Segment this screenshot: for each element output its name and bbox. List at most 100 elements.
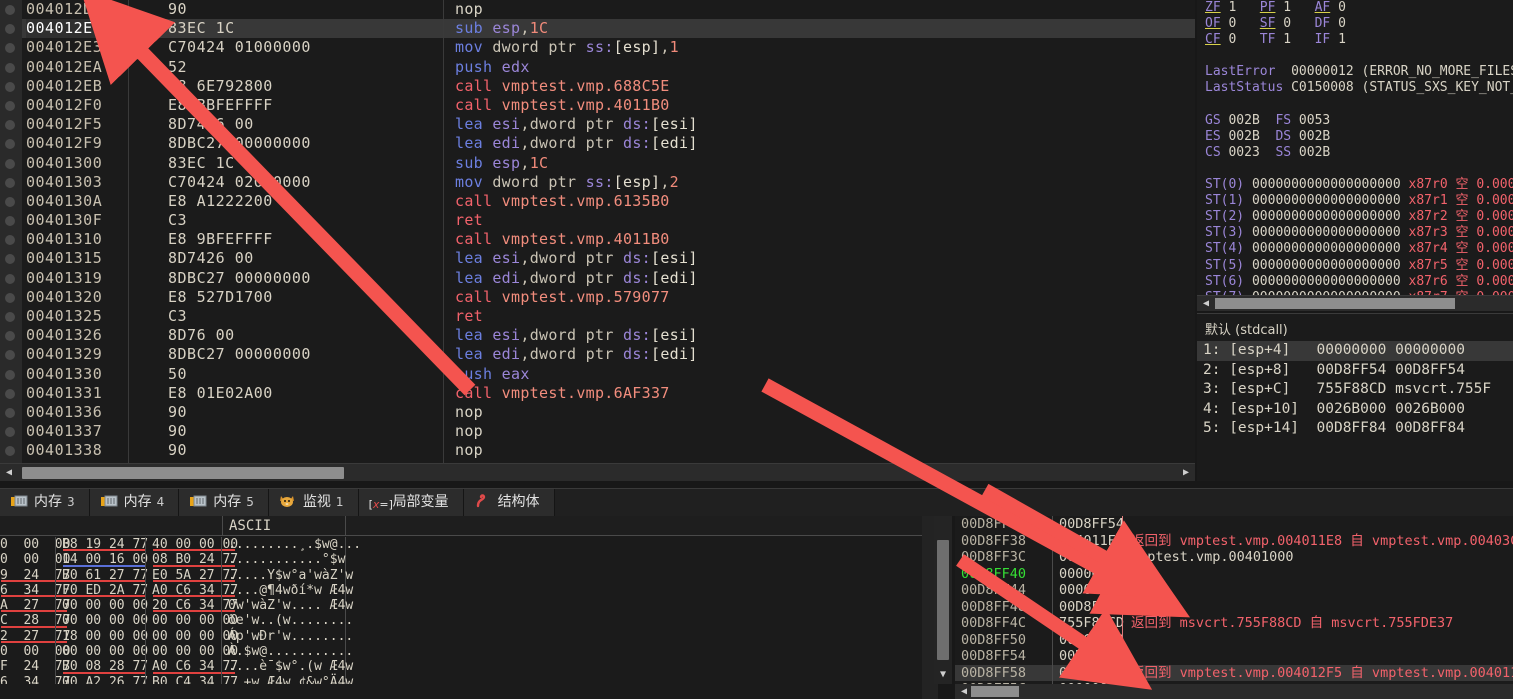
hex-byte-group[interactable]: 6 34 77 — [0, 583, 70, 598]
stack-row[interactable]: 00D8FF44 00000000 — [955, 582, 1513, 599]
breakpoint-dot-icon[interactable] — [5, 196, 15, 207]
flag-name[interactable]: IF — [1315, 32, 1331, 47]
breakpoint-dot-icon[interactable] — [5, 312, 15, 322]
argument-row[interactable]: 1: [esp+4] 00000000 00000000 — [1197, 341, 1513, 361]
breakpoint-gutter[interactable] — [0, 191, 22, 212]
scroll-left-icon[interactable]: ◀ — [1197, 296, 1215, 312]
breakpoint-gutter[interactable] — [0, 249, 22, 269]
segment-name[interactable]: ES — [1205, 129, 1221, 144]
stack-row[interactable]: 00D8FF48 00D8FF54 — [955, 598, 1513, 615]
segment-name[interactable]: DS — [1275, 129, 1291, 144]
breakpoint-gutter[interactable] — [0, 364, 22, 384]
breakpoint-dot-icon[interactable] — [5, 158, 15, 169]
ascii-text[interactable]: 0w'wàZ'w.... Æ4w — [228, 598, 353, 613]
scrollbar-thumb[interactable] — [937, 540, 949, 660]
dump-row[interactable]: 0 00 00 B8 19 24 77 40 00 00 00 .........¸.… — [0, 537, 938, 553]
dump-row[interactable]: F 24 77 B0 08 28 77 A0 C6 34 77 ....è¯$w°.(… — [0, 659, 938, 675]
segment-value[interactable]: 002B — [1291, 145, 1330, 160]
breakpoint-dot-icon[interactable] — [5, 100, 15, 111]
st-register-row[interactable]: ST(0) 0000000000000000000 x87r0 空 0.0000… — [1197, 177, 1513, 193]
disassembly-row[interactable]: 004012F0 E8 BBFEFFFF call vmptest.vmp.4011… — [0, 95, 1195, 116]
breakpoint-dot-icon[interactable] — [5, 446, 15, 457]
breakpoint-dot-icon[interactable] — [5, 177, 15, 188]
dump-column-header-ascii[interactable]: ASCII — [222, 516, 346, 536]
flag-name[interactable]: TF — [1260, 32, 1276, 47]
flag-name[interactable]: ZF — [1205, 0, 1221, 15]
hex-byte-group[interactable]: 0 00 00 — [0, 644, 70, 659]
breakpoint-gutter[interactable] — [0, 76, 22, 96]
disassembly-row[interactable]: 00401338 90 nop — [0, 441, 1195, 461]
tab-memory-2[interactable]: 内存 4 — [89, 489, 180, 516]
hex-byte-group[interactable]: 2 27 77 — [0, 629, 70, 644]
ascii-text[interactable]: ....@¶4wðí*w Æ4w — [228, 583, 353, 598]
hex-byte-group[interactable]: F0 ED 2A 77 — [62, 583, 148, 598]
st-register-row[interactable]: ST(6) 0000000000000000000 x87r6 空 0.0000… — [1197, 274, 1513, 290]
dump-row[interactable]: 0 00 00 00 00 00 00 00 00 00 00 À.$w@......… — [0, 644, 938, 660]
breakpoint-gutter[interactable] — [0, 287, 22, 307]
scroll-left-icon[interactable]: ◀ — [0, 464, 18, 481]
disassembly-row[interactable]: 00401310 E8 9BFEFFFF call vmptest.vmp.4011… — [0, 230, 1195, 250]
breakpoint-gutter[interactable] — [0, 326, 22, 346]
breakpoint-dot-icon[interactable] — [5, 139, 15, 150]
registers-hscrollbar[interactable]: ◀ — [1197, 295, 1513, 311]
breakpoint-dot-icon[interactable] — [5, 369, 15, 380]
breakpoint-dot-icon[interactable] — [5, 120, 15, 131]
flag-name[interactable]: CF — [1205, 32, 1221, 47]
hex-byte-group[interactable]: B0 08 28 77 — [62, 659, 148, 674]
stack-hscrollbar[interactable]: ◀ — [955, 684, 1513, 699]
breakpoint-gutter[interactable] — [0, 134, 22, 154]
stack-row[interactable]: 00D8FF4C 755F88CD 返回到 msvcrt.755F88CD 自 ms… — [955, 615, 1513, 632]
hex-byte-group[interactable]: B8 19 24 77 — [62, 537, 148, 552]
breakpoint-gutter[interactable] — [0, 115, 22, 135]
dump-row-list[interactable]: 0 00 00 B8 19 24 77 40 00 00 00 .........¸.… — [0, 537, 938, 699]
breakpoint-dot-icon[interactable] — [5, 5, 15, 15]
st-register-row[interactable]: ST(3) 0000000000000000000 x87r3 空 0.0000… — [1197, 225, 1513, 241]
dump-row[interactable]: 6 34 77 F0 ED 2A 77 A0 C6 34 77 ....@¶4wðí*… — [0, 582, 938, 599]
tab-memory-3[interactable]: 内存 5 — [179, 489, 269, 516]
registers-panel[interactable]: ZF 1 PF 1 AF 0 OF 0 SF 0 DF 0 CF 0 TF 1 … — [1197, 0, 1513, 311]
hex-byte-group[interactable]: 00 00 00 00 — [152, 644, 238, 659]
breakpoint-gutter[interactable] — [0, 345, 22, 365]
disassembly-row[interactable]: 00401325 C3 ret — [0, 307, 1195, 327]
scrollbar-thumb[interactable] — [971, 686, 1019, 697]
arguments-row-list[interactable]: 1: [esp+4] 00000000 00000000 2: [esp+8] 0… — [1197, 341, 1513, 439]
stack-vscrollbar[interactable]: ▼ — [934, 516, 952, 684]
disassembly-row[interactable]: 004012E0 83EC 1C sub esp,1C — [0, 19, 1195, 39]
breakpoint-gutter[interactable] — [0, 19, 22, 39]
breakpoint-gutter[interactable] — [0, 422, 22, 442]
breakpoint-dot-icon[interactable] — [5, 331, 15, 342]
breakpoint-dot-icon[interactable] — [5, 62, 15, 73]
hex-byte-group[interactable]: 00 00 00 00 — [152, 629, 238, 644]
flag-name[interactable]: SF — [1260, 16, 1276, 31]
segment-name[interactable]: GS — [1205, 113, 1221, 128]
segment-name[interactable]: FS — [1275, 113, 1291, 128]
disassembly-row[interactable]: 00401336 90 nop — [0, 402, 1195, 423]
breakpoint-gutter[interactable] — [0, 230, 22, 250]
flag-name[interactable]: DF — [1315, 16, 1331, 31]
st-register-row[interactable]: ST(5) 0000000000000000000 x87r5 空 0.0000… — [1197, 258, 1513, 274]
segment-value[interactable]: 0053 — [1291, 113, 1330, 128]
st-register-row[interactable]: ST(1) 0000000000000000000 x87r1 空 0.0000… — [1197, 193, 1513, 209]
hex-byte-group[interactable]: 14 00 16 00 — [62, 552, 148, 567]
breakpoint-dot-icon[interactable] — [5, 427, 15, 438]
disassembly-row[interactable]: 0040130F C3 ret — [0, 211, 1195, 231]
dump-row[interactable]: 9 24 77 B0 61 27 77 E0 5A 27 77 .....Y$w°a'… — [0, 567, 938, 583]
breakpoint-gutter[interactable] — [0, 57, 22, 77]
stack-row[interactable]: 00D8FF34 00D8FF54 — [955, 516, 1513, 533]
disassembly-row[interactable]: 00401337 90 nop — [0, 422, 1195, 442]
flag-value[interactable]: 1 — [1275, 32, 1291, 47]
dump-row[interactable]: 2 27 77 18 00 00 00 00 00 00 00 Áp'wÐr'w...… — [0, 628, 938, 645]
breakpoint-gutter[interactable] — [0, 172, 22, 192]
disassembly-row[interactable]: 004012F5 8D7426 00 lea esi,dword ptr ds:[e… — [0, 115, 1195, 135]
breakpoint-dot-icon[interactable] — [5, 292, 15, 303]
hex-byte-group[interactable]: E0 5A 27 77 — [152, 568, 238, 583]
hex-byte-group[interactable]: 0 00 00 — [0, 537, 70, 552]
breakpoint-dot-icon[interactable] — [5, 43, 15, 54]
tab-variable-5[interactable]: [x=]局部变量 — [358, 489, 464, 516]
disassembly-row[interactable]: 00401319 8DBC27 00000000 lea edi,dword ptr… — [0, 268, 1195, 288]
disassembly-row[interactable]: 00401330 50 push eax — [0, 364, 1195, 384]
hex-byte-group[interactable]: B0 61 27 77 — [62, 568, 148, 583]
argument-row[interactable]: 2: [esp+8] 00D8FF54 00D8FF54 — [1197, 361, 1513, 381]
memory-dump-panel[interactable]: ASCII 0 00 00 B8 19 24 77 40 00 00 00.....… — [0, 516, 938, 699]
argument-row[interactable]: 5: [esp+14] 00D8FF84 00D8FF84 — [1197, 419, 1513, 439]
